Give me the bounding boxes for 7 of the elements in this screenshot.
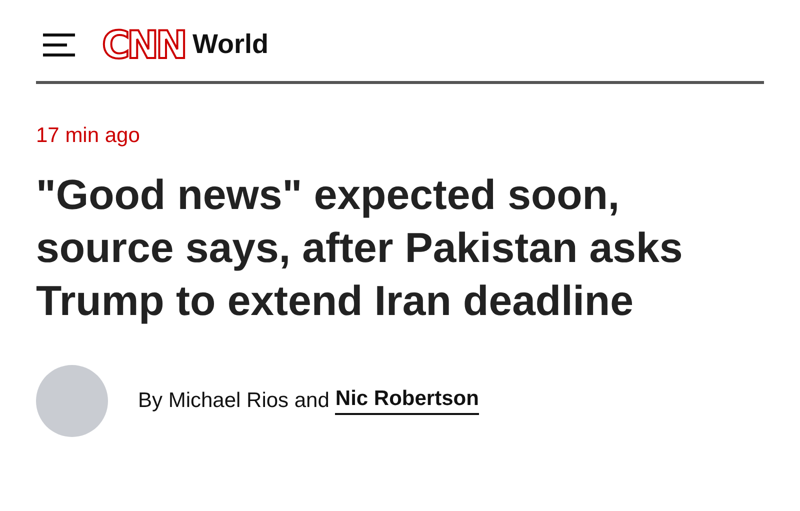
logo[interactable]: CNN [102, 26, 184, 64]
menu-icon[interactable] [42, 32, 76, 56]
author-link[interactable]: Nic Robertson [335, 387, 479, 415]
section-title: World [192, 29, 268, 60]
timestamp: 17 min ago [36, 124, 141, 148]
headline: "Good news" expected soon, source says, after Pakistan asks Trump to extend Iran deadline [36, 170, 684, 326]
byline-text: By Michael Rios and [138, 389, 330, 413]
